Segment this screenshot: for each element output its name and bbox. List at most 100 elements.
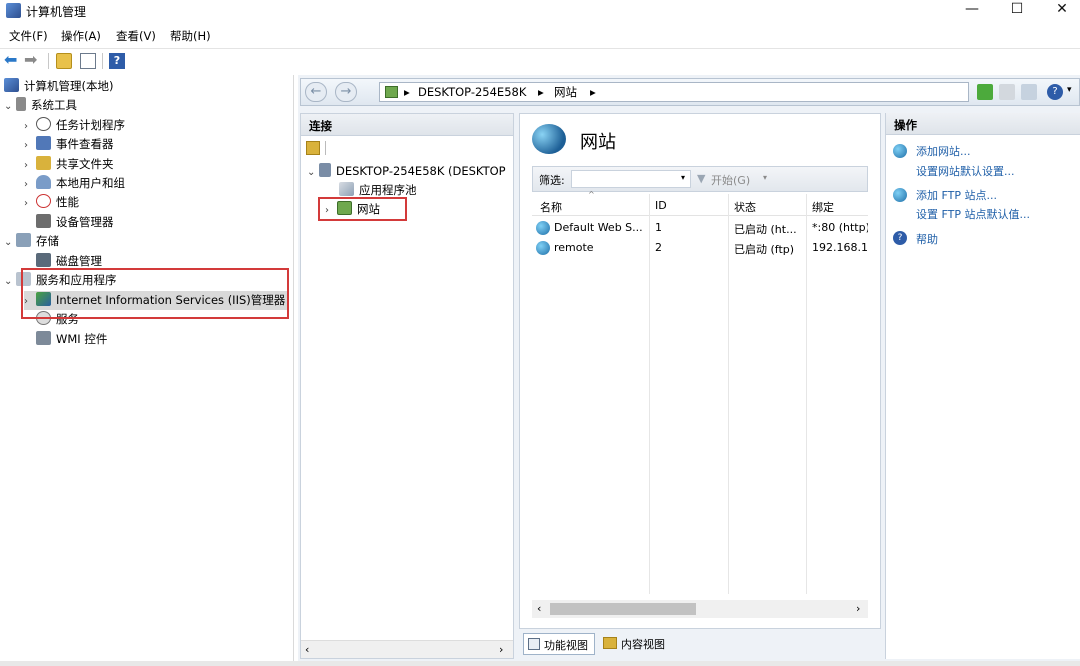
site-globe-icon [536, 221, 550, 235]
storage-icon [16, 233, 31, 247]
chevron-down-icon[interactable]: ⌄ [307, 163, 319, 182]
up-folder-icon[interactable] [56, 53, 72, 69]
breadcrumb-separator: ▸ [404, 85, 410, 99]
table-row[interactable]: remote 2 已启动 (ftp) 192.168.1. [534, 238, 868, 258]
event-log-icon [36, 136, 51, 150]
refresh-icon[interactable] [977, 84, 993, 100]
chevron-down-icon[interactable]: ⌄ [4, 272, 16, 291]
toolbar-separator [325, 141, 326, 155]
chevron-down-icon[interactable]: ▾ [1067, 85, 1072, 95]
window-title: 计算机管理 [26, 5, 87, 19]
filter-input[interactable] [571, 170, 691, 188]
scroll-right-arrow[interactable]: › [499, 643, 503, 656]
tree-root[interactable]: 计算机管理(本地) [4, 77, 113, 96]
tree-device-manager[interactable]: 设备管理器 [24, 213, 114, 232]
help-menu-icon[interactable]: ? [1047, 84, 1063, 100]
filter-label: 筛选: [539, 174, 565, 187]
highlight-box-sites [318, 197, 407, 221]
features-view-icon [528, 638, 540, 650]
connections-header: 连接 [301, 114, 513, 136]
computer-management-icon [4, 78, 19, 92]
scroll-right-arrow[interactable]: › [856, 602, 860, 615]
stop-icon[interactable] [999, 84, 1015, 100]
scroll-left-arrow[interactable]: ‹ [537, 602, 541, 615]
chevron-down-icon[interactable]: ▾ [681, 173, 685, 182]
forward-arrow-icon[interactable]: ➡ [24, 52, 40, 69]
users-icon [36, 175, 51, 189]
toolbar: ⬅ ➡ ? [0, 48, 1080, 72]
col-name[interactable]: 名称 [540, 199, 562, 215]
chevron-right-icon[interactable]: › [24, 175, 36, 194]
conn-server[interactable]: ⌄ DESKTOP-254E58K (DESKTOP [307, 162, 506, 181]
page-title: 网站 [580, 132, 616, 153]
breadcrumb-separator: ▸ [538, 85, 544, 99]
site-defaults-link[interactable]: 设置网站默认设置... [916, 163, 1015, 179]
breadcrumb-host[interactable]: DESKTOP-254E58K [418, 83, 526, 101]
sites-pane: 网站 筛选: ▾ ▼ 开始(G) ▾ 名称 ID 状态 绑定 ^ Default… [519, 113, 881, 629]
wmi-icon [36, 331, 51, 345]
add-ftp-icon [893, 188, 907, 202]
ftp-defaults-link[interactable]: 设置 FTP 站点默认值... [916, 206, 1030, 222]
performance-icon [36, 194, 51, 208]
chevron-right-icon[interactable]: › [24, 194, 36, 213]
home-icon[interactable] [1021, 84, 1037, 100]
disk-icon [36, 253, 51, 267]
chevron-right-icon[interactable]: › [24, 136, 36, 155]
connections-pane: 连接 ⌄ DESKTOP-254E58K (DESKTOP 应用程序池 › 网站 ‹… [300, 113, 514, 659]
tree-performance[interactable]: › 性能 [24, 193, 79, 212]
minimize-button[interactable]: — [952, 0, 992, 20]
back-arrow-icon[interactable]: ⬅ [4, 52, 20, 69]
site-globe-icon [536, 241, 550, 255]
add-site-link[interactable]: 添加网站... [916, 143, 971, 159]
tab-features-view[interactable]: 功能视图 [523, 633, 595, 655]
chevron-down-icon[interactable]: ⌄ [4, 233, 16, 252]
menu-file[interactable]: 文件(F) [9, 28, 48, 44]
add-ftp-link[interactable]: 添加 FTP 站点... [916, 187, 997, 203]
col-binding[interactable]: 绑定 [812, 199, 834, 215]
add-site-icon [893, 144, 907, 158]
breadcrumb-sites[interactable]: 网站 [554, 83, 577, 101]
view-tabs: 功能视图 内容视图 [519, 631, 881, 657]
menu-help[interactable]: 帮助(H) [170, 28, 211, 44]
chevron-down-icon[interactable]: ▾ [763, 173, 767, 182]
filter-bar: 筛选: ▾ ▼ 开始(G) ▾ [532, 166, 868, 192]
server-node-icon [385, 86, 398, 98]
chevron-down-icon[interactable]: ⌄ [4, 97, 16, 116]
close-button[interactable]: ✕ [1042, 0, 1080, 20]
menu-action[interactable]: 操作(A) [61, 28, 101, 44]
help-icon[interactable]: ? [109, 53, 125, 69]
tree-local-users[interactable]: › 本地用户和组 [24, 174, 125, 193]
tab-content-view[interactable]: 内容视图 [601, 633, 673, 655]
forward-nav-button[interactable]: → [335, 82, 357, 102]
horizontal-scrollbar[interactable]: ‹ › [301, 640, 513, 658]
horizontal-scrollbar[interactable]: ‹ › [532, 600, 868, 618]
table-row[interactable]: Default Web S... 1 已启动 (ht... *:80 (http… [534, 218, 868, 238]
toolbar-separator [48, 53, 49, 69]
menu-view[interactable]: 查看(V) [116, 28, 156, 44]
tree-shared-folders[interactable]: › 共享文件夹 [24, 155, 114, 174]
help-circle-icon: ? [893, 231, 907, 245]
help-link[interactable]: 帮助 [916, 231, 938, 247]
scroll-thumb[interactable] [550, 603, 696, 615]
tree-system-tools[interactable]: ⌄ 系统工具 [4, 96, 77, 115]
back-nav-button[interactable]: ← [305, 82, 327, 102]
tree-event-viewer[interactable]: › 事件查看器 [24, 135, 114, 154]
tree-storage[interactable]: ⌄ 存储 [4, 232, 59, 251]
show-hide-tree-icon[interactable] [80, 53, 96, 69]
shared-folder-icon [36, 156, 51, 170]
chevron-right-icon[interactable]: › [24, 156, 36, 175]
app-icon [6, 3, 21, 18]
tree-wmi[interactable]: WMI 控件 [24, 330, 107, 349]
chevron-right-icon[interactable]: › [24, 117, 36, 136]
tree-task-scheduler[interactable]: › 任务计划程序 [24, 116, 125, 135]
maximize-button[interactable]: ☐ [997, 0, 1037, 20]
col-id[interactable]: ID [655, 199, 667, 212]
go-button[interactable]: 开始(G) [711, 172, 750, 188]
scroll-left-arrow[interactable]: ‹ [305, 643, 309, 656]
col-status[interactable]: 状态 [734, 199, 756, 215]
connect-icon[interactable] [306, 141, 320, 155]
breadcrumb[interactable]: ▸ DESKTOP-254E58K ▸ 网站 ▸ [379, 82, 969, 102]
server-icon [319, 163, 331, 177]
actions-header: 操作 [886, 113, 1080, 135]
app-pool-icon [339, 182, 354, 196]
